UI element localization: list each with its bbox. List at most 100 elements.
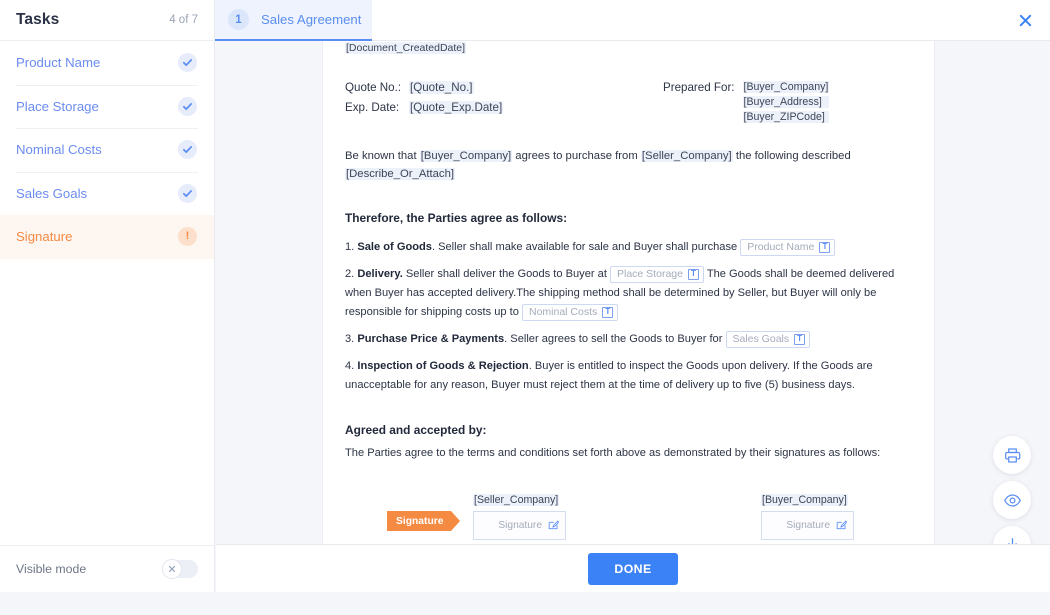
close-icon <box>1019 14 1031 27</box>
intro-text-2: agrees to purchase from <box>512 150 641 162</box>
done-button[interactable]: DONE <box>588 552 678 585</box>
task-label: Nominal Costs <box>16 142 102 158</box>
clause-number: 3. <box>345 333 355 345</box>
sidebar-footer: Visible mode <box>0 545 214 592</box>
seller-company-placeholder: [Seller_Company] <box>473 494 560 506</box>
buyer-zip-placeholder: [Buyer_ZIPCode] <box>742 111 830 123</box>
close-button[interactable] <box>1000 0 1050 41</box>
tab-sales-agreement[interactable]: 1 Sales Agreement <box>215 0 372 41</box>
check-icon <box>178 140 197 160</box>
sidebar-item-product-name[interactable]: Product Name <box>0 41 214 85</box>
check-icon <box>178 96 197 116</box>
created-date-placeholder: [Document_CreatedDate] <box>345 42 467 54</box>
intro-paragraph: Be known that [Buyer_Company] agrees to … <box>345 147 912 183</box>
seller-signature-input[interactable]: Signature <box>473 511 566 540</box>
quote-no-label: Quote No.: <box>345 81 402 94</box>
tab-number-badge: 1 <box>228 9 249 30</box>
bottom-action-bar: DONE <box>216 544 1050 592</box>
field-sales-goals[interactable]: Sales Goals T <box>725 330 811 348</box>
clause-title: Inspection of Goods & Rejection <box>357 360 529 372</box>
tab-bar: 1 Sales Agreement <box>215 0 1050 41</box>
quote-exp-value: [Quote_Exp.Date] <box>409 101 504 114</box>
intro-text-1: Be known that <box>345 150 420 162</box>
toggle-knob <box>162 559 182 579</box>
field-place-storage[interactable]: Place Storage T <box>610 265 704 283</box>
warning-glyph: ! <box>185 230 190 243</box>
task-label: Product Name <box>16 55 101 71</box>
sidebar-header: Tasks 4 of 7 <box>0 0 214 41</box>
buyer-company-placeholder: [Buyer_Company] <box>761 494 848 506</box>
sidebar-item-signature[interactable]: Signature ! <box>0 215 214 259</box>
text-field-icon: T <box>794 333 806 345</box>
download-button[interactable] <box>993 526 1031 544</box>
clause-3: 3. Purchase Price & Payments. Seller agr… <box>345 330 912 349</box>
check-icon <box>178 53 197 73</box>
accepted-heading: Agreed and accepted by: <box>345 423 487 437</box>
accepted-subtext: The Parties agree to the terms and condi… <box>345 447 881 459</box>
field-label: Product Name <box>747 240 815 253</box>
clause-list: 1. Sale of Goods. Seller shall make avai… <box>345 238 912 395</box>
field-label: Sales Goals <box>732 332 790 345</box>
sidebar-item-place-storage[interactable]: Place Storage <box>0 84 214 129</box>
clause-2: 2. Delivery. Seller shall deliver the Go… <box>345 265 912 322</box>
sidebar-item-nominal-costs[interactable]: Nominal Costs <box>0 128 214 172</box>
field-product-name[interactable]: Product Name T <box>740 238 836 256</box>
clause-number: 4. <box>345 360 355 372</box>
clause-1: 1. Sale of Goods. Seller shall make avai… <box>345 238 912 257</box>
quote-block: Quote No.: [Quote_No.] Exp. Date: [Quote… <box>345 81 912 123</box>
task-counter: 4 of 7 <box>169 14 198 26</box>
page-title: Tasks <box>16 11 60 28</box>
intro-describe-placeholder: [Describe_Or_Attach] <box>345 168 455 180</box>
download-icon <box>1007 537 1017 544</box>
printer-icon <box>1004 447 1020 463</box>
intro-seller-placeholder: [Seller_Company] <box>640 150 733 162</box>
buyer-company-placeholder: [Buyer_Company] <box>742 81 830 93</box>
visible-mode-toggle[interactable] <box>162 559 198 579</box>
signature-callout[interactable]: Signature <box>387 511 459 531</box>
intro-buyer-placeholder: [Buyer_Company] <box>419 150 513 162</box>
clause-text: Seller shall deliver the Goods to Buyer … <box>402 268 610 280</box>
task-label: Place Storage <box>16 98 99 114</box>
prepared-for-block: Prepared For: [Buyer_Company] [Buyer_Add… <box>663 81 830 123</box>
clause-text: . Seller agrees to sell the Goods to Buy… <box>504 333 726 345</box>
buyer-address-placeholder: [Buyer_Address] <box>742 96 830 108</box>
prepared-for-values: [Buyer_Company] [Buyer_Address] [Buyer_Z… <box>742 81 830 123</box>
text-field-icon: T <box>819 241 831 253</box>
callout-label: Signature <box>396 515 444 527</box>
clause-title: Sale of Goods <box>357 241 432 253</box>
signature-edit-icon <box>836 520 847 530</box>
clause-title: Purchase Price & Payments <box>357 333 505 345</box>
clause-number: 1. <box>345 241 355 253</box>
floating-action-buttons <box>993 436 1031 544</box>
field-nominal-costs[interactable]: Nominal Costs T <box>522 303 619 321</box>
eye-icon <box>1003 493 1021 507</box>
clause-number: 2. <box>345 268 355 280</box>
text-field-icon: T <box>687 268 699 280</box>
clause-title: Delivery. <box>357 268 403 280</box>
agree-heading: Therefore, the Parties agree as follows: <box>345 211 568 225</box>
sidebar-item-sales-goals[interactable]: Sales Goals <box>0 171 214 216</box>
signature-area: Signature [Seller_Company] Signature DD/… <box>345 490 912 544</box>
visible-mode-label: Visible mode <box>16 562 87 576</box>
tab-label: Sales Agreement <box>261 12 362 27</box>
print-button[interactable] <box>993 436 1031 474</box>
document-created-date: [Document_CreatedDate] <box>345 41 912 55</box>
preview-button[interactable] <box>993 481 1031 519</box>
document-canvas: [Document_CreatedDate] Quote No.: [Quote… <box>216 41 1050 544</box>
quote-no-value: [Quote_No.] <box>409 81 474 94</box>
warning-icon: ! <box>178 227 197 247</box>
text-field-icon: T <box>602 306 614 318</box>
prepared-for-label: Prepared For: <box>663 81 735 94</box>
clause-text: . Seller shall make available for sale a… <box>431 241 741 253</box>
check-icon <box>178 183 197 203</box>
signature-placeholder: Signature <box>498 520 542 531</box>
buyer-signature-input[interactable]: Signature <box>761 511 854 540</box>
task-label: Signature <box>16 229 73 245</box>
seller-signature-block: [Seller_Company] Signature DD/MM/YYYY [S… <box>473 490 763 544</box>
window-bottom-strip <box>0 592 1050 615</box>
intro-text-3: the following described <box>732 150 851 162</box>
signature-placeholder: Signature <box>786 520 830 531</box>
task-label: Sales Goals <box>16 185 88 201</box>
field-label: Nominal Costs <box>529 305 598 318</box>
field-label: Place Storage <box>617 267 683 280</box>
